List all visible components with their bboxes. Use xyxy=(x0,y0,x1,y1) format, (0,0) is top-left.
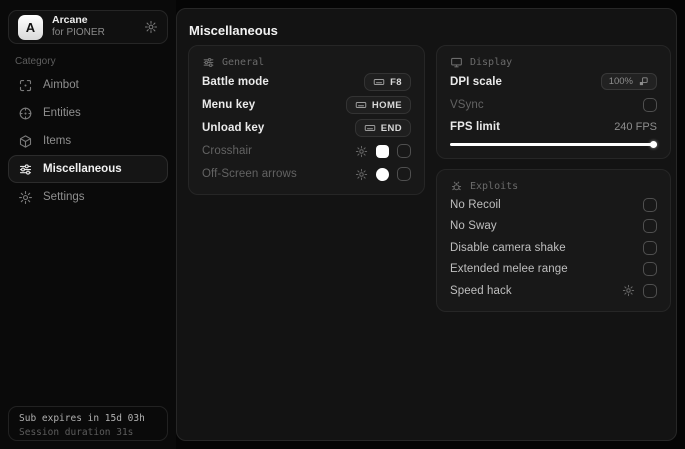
keybind-button[interactable]: HOME xyxy=(345,96,411,114)
setting-row-fps-limit: FPS limit 240 FPS xyxy=(450,117,657,137)
no-sway-checkbox[interactable] xyxy=(643,219,657,234)
setting-label: Crosshair xyxy=(202,145,253,157)
subscription-status: Sub expires in 15d 03h Session duration … xyxy=(8,406,168,441)
gear-icon[interactable] xyxy=(622,284,635,297)
setting-row-battle-mode: Battle mode F8 xyxy=(202,72,411,92)
setting-label: No Sway xyxy=(450,220,497,233)
gear-icon[interactable] xyxy=(355,145,368,158)
disable-camera-shake-checkbox[interactable] xyxy=(643,240,657,255)
fps-limit-value: 240 FPS xyxy=(614,121,657,134)
scale-icon xyxy=(638,76,649,87)
keybind-button[interactable]: END xyxy=(354,119,411,137)
setting-label: Menu key xyxy=(202,99,256,111)
setting-row-menu-key: Menu key HOME xyxy=(202,95,411,115)
sidebar-item-aimbot[interactable]: Aimbot xyxy=(8,71,168,99)
keyboard-icon xyxy=(373,76,385,88)
display-panel: Display DPI scale 100% VSync FPS limit 2… xyxy=(436,45,671,159)
setting-row-crosshair: Crosshair xyxy=(202,141,411,161)
gear-icon xyxy=(18,190,33,205)
vsync-checkbox[interactable] xyxy=(643,97,657,112)
keybind-value: HOME xyxy=(371,99,402,111)
speed-hack-checkbox[interactable] xyxy=(643,283,657,298)
general-panel: General Battle mode F8 Menu key HOME Unl… xyxy=(188,45,425,195)
setting-label: FPS limit xyxy=(450,121,501,134)
sidebar-item-label: Items xyxy=(43,135,72,147)
session-duration-text: Session duration 31s xyxy=(19,427,134,438)
panel-title: General xyxy=(222,57,265,68)
color-swatch[interactable] xyxy=(376,144,389,158)
keybind-button[interactable]: F8 xyxy=(364,73,411,91)
sliders-icon xyxy=(202,56,215,69)
general-panel-header: General xyxy=(202,56,411,69)
setting-row-vsync: VSync xyxy=(450,95,657,115)
setting-row-offscreen-arrows: Off-Screen arrows xyxy=(202,164,411,184)
offscreen-arrows-checkbox[interactable] xyxy=(397,167,411,181)
dpi-scale-select[interactable]: 100% xyxy=(600,73,657,91)
setting-label: No Recoil xyxy=(450,198,501,211)
entities-icon xyxy=(18,106,33,121)
fps-slider[interactable] xyxy=(450,140,657,148)
sidebar-item-label: Entities xyxy=(43,107,81,119)
setting-row-extended-melee-range: Extended melee range xyxy=(450,259,657,279)
keybind-value: END xyxy=(380,122,402,134)
dpi-scale-value: 100% xyxy=(608,76,633,88)
app-window: A Arcane for PIONER Category Aimbot Enti… xyxy=(0,0,685,449)
extended-melee-range-checkbox[interactable] xyxy=(643,262,657,277)
setting-label: Battle mode xyxy=(202,76,269,88)
main-panel: Miscellaneous General Battle mode F8 Men… xyxy=(176,8,677,441)
sidebar-nav: Aimbot Entities Items Miscellaneous Sett… xyxy=(8,71,168,211)
sidebar-item-entities[interactable]: Entities xyxy=(8,99,168,127)
app-subtitle: for PIONER xyxy=(52,27,105,39)
box-icon xyxy=(18,134,33,149)
sidebar-item-label: Settings xyxy=(43,191,85,203)
panel-title: Exploits xyxy=(470,181,519,192)
color-swatch[interactable] xyxy=(376,167,389,181)
sidebar-item-items[interactable]: Items xyxy=(8,127,168,155)
setting-label: Disable camera shake xyxy=(450,241,566,254)
slider-fill xyxy=(450,143,657,146)
setting-label: VSync xyxy=(450,98,484,111)
keyboard-icon xyxy=(364,122,376,134)
panel-title: Display xyxy=(470,57,513,68)
sliders-icon xyxy=(18,162,33,177)
app-logo: A xyxy=(18,14,43,40)
setting-row-unload-key: Unload key END xyxy=(202,118,411,138)
sidebar: A Arcane for PIONER Category Aimbot Enti… xyxy=(0,0,176,449)
gear-icon[interactable] xyxy=(144,20,158,34)
monitor-icon xyxy=(450,56,463,69)
setting-label: Off-Screen arrows xyxy=(202,168,297,180)
brand-card: A Arcane for PIONER xyxy=(8,10,168,44)
scan-icon xyxy=(18,78,33,93)
logo-letter: A xyxy=(25,19,36,35)
exploits-panel: Exploits No Recoil No Sway Disable camer… xyxy=(436,169,671,312)
page-title: Miscellaneous xyxy=(189,23,278,38)
sidebar-item-settings[interactable]: Settings xyxy=(8,183,168,211)
no-recoil-checkbox[interactable] xyxy=(643,197,657,212)
app-name: Arcane xyxy=(52,14,88,27)
sidebar-item-label: Miscellaneous xyxy=(43,163,122,175)
setting-row-no-sway: No Sway xyxy=(450,216,657,236)
setting-label: Speed hack xyxy=(450,284,512,297)
sub-expiry-text: Sub expires in 15d 03h xyxy=(19,413,145,424)
slider-knob[interactable] xyxy=(650,141,657,148)
setting-label: Extended melee range xyxy=(450,263,568,276)
crosshair-checkbox[interactable] xyxy=(397,144,411,158)
setting-label: Unload key xyxy=(202,122,265,134)
sidebar-item-miscellaneous[interactable]: Miscellaneous xyxy=(8,155,168,183)
setting-label: DPI scale xyxy=(450,75,503,88)
category-label: Category xyxy=(15,56,56,67)
gear-icon[interactable] xyxy=(355,168,368,181)
setting-row-dpi-scale: DPI scale 100% xyxy=(450,72,657,92)
setting-row-speed-hack: Speed hack xyxy=(450,281,657,301)
setting-row-disable-camera-shake: Disable camera shake xyxy=(450,238,657,258)
keyboard-icon xyxy=(355,99,367,111)
keybind-value: F8 xyxy=(390,76,402,88)
exploits-panel-header: Exploits xyxy=(450,180,657,193)
sidebar-item-label: Aimbot xyxy=(43,79,79,91)
display-panel-header: Display xyxy=(450,56,657,69)
bug-icon xyxy=(450,180,463,193)
setting-row-no-recoil: No Recoil xyxy=(450,195,657,215)
